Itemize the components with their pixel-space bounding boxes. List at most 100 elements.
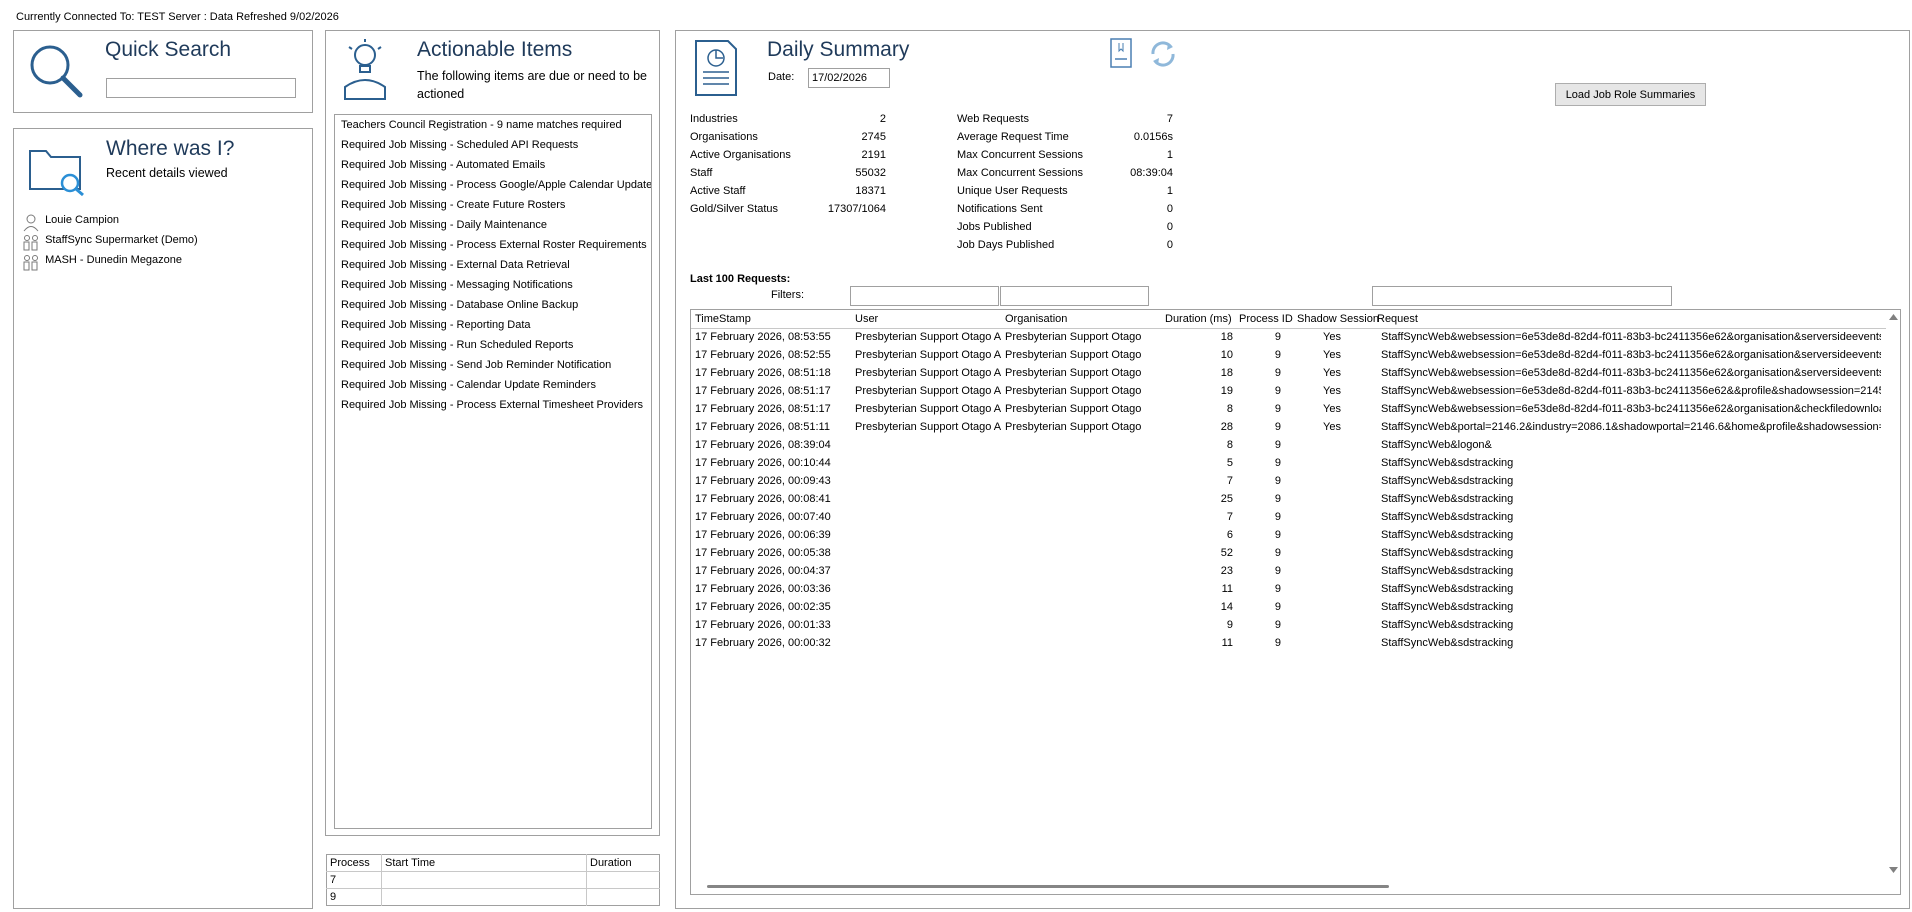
print-report-icon[interactable] bbox=[1109, 37, 1133, 69]
request-cell: StaffSyncWeb&websession=6e53de8d-82d4-f0… bbox=[1381, 331, 1881, 343]
stat-value: 2191 bbox=[861, 149, 886, 161]
folder-search-icon bbox=[29, 150, 84, 197]
vertical-scrollbar[interactable] bbox=[1886, 310, 1900, 878]
process-id-cell: 9 bbox=[1274, 439, 1281, 451]
table-row[interactable]: 17 February 2026, 08:51:11 Presbyterian S… bbox=[691, 418, 1881, 436]
stat-value: 18371 bbox=[855, 185, 886, 197]
request-cell: StaffSyncWeb&websession=6e53de8d-82d4-f0… bbox=[1381, 349, 1881, 361]
table-row[interactable]: 17 February 2026, 00:05:38 52 9 StaffSyncWe… bbox=[691, 544, 1878, 562]
daily-summary-title: Daily Summary bbox=[767, 38, 910, 61]
recent-item[interactable]: MASH - Dunedin Megazone bbox=[23, 254, 182, 272]
organisation-filter-input[interactable] bbox=[1000, 286, 1149, 306]
table-row[interactable]: 17 February 2026, 08:53:55 Presbyterian S… bbox=[691, 328, 1881, 346]
table-row[interactable]: 17 February 2026, 00:00:32 11 9 StaffSyncWe… bbox=[691, 634, 1878, 652]
request-cell: StaffSyncWeb&sdstracking bbox=[1381, 529, 1514, 541]
list-item[interactable]: Required Job Missing - Scheduled API Req… bbox=[335, 135, 651, 155]
table-row[interactable]: 17 February 2026, 08:51:17 Presbyterian S… bbox=[691, 400, 1881, 418]
duration-cell: 19 bbox=[1220, 385, 1233, 397]
shadow-session-cell: Yes bbox=[1323, 421, 1341, 433]
request-filter-input[interactable] bbox=[1372, 286, 1672, 306]
recent-item-label: StaffSync Supermarket (Demo) bbox=[45, 233, 198, 246]
table-row[interactable]: 17 February 2026, 00:03:36 11 9 StaffSyncWe… bbox=[691, 580, 1878, 598]
timestamp-cell: 17 February 2026, 08:39:04 bbox=[695, 439, 831, 451]
duration-cell: 23 bbox=[1220, 565, 1233, 577]
list-item[interactable]: Required Job Missing - Daily Maintenance bbox=[335, 215, 651, 235]
list-item[interactable]: Required Job Missing - Calendar Update R… bbox=[335, 375, 651, 395]
scroll-down-icon[interactable] bbox=[1889, 867, 1898, 873]
actionable-title: Actionable Items bbox=[417, 38, 573, 61]
user-cell: Presbyterian Support Otago Ac bbox=[855, 367, 1001, 379]
table-row[interactable]: 17 February 2026, 08:52:55 Presbyterian S… bbox=[691, 346, 1881, 364]
user-cell: Presbyterian Support Otago Ac bbox=[855, 385, 1001, 397]
process-id-cell: 9 bbox=[1274, 331, 1281, 343]
list-item[interactable]: Required Job Missing - Send Job Reminder… bbox=[335, 355, 651, 375]
date-picker[interactable] bbox=[808, 68, 890, 88]
process-id-cell: 9 bbox=[1274, 403, 1281, 415]
table-row[interactable]: 17 February 2026, 00:02:35 14 9 StaffSyncWe… bbox=[691, 598, 1878, 616]
column-header-organisation[interactable]: Organisation bbox=[1005, 310, 1161, 328]
table-row[interactable]: 7 bbox=[326, 871, 660, 889]
quick-search-title: Quick Search bbox=[105, 38, 232, 61]
requests-grid[interactable]: TimeStamp User Organisation Duration (ms… bbox=[690, 309, 1901, 895]
list-item[interactable]: Required Job Missing - Run Scheduled Rep… bbox=[335, 335, 651, 355]
list-item[interactable]: Required Job Missing - Automated Emails bbox=[335, 155, 651, 175]
load-job-role-summaries-button[interactable]: Load Job Role Summaries bbox=[1555, 83, 1706, 106]
column-header-process-id[interactable]: Process ID bbox=[1239, 310, 1293, 328]
table-row[interactable]: 17 February 2026, 00:04:37 23 9 StaffSyncWe… bbox=[691, 562, 1878, 580]
list-item[interactable]: Teachers Council Registration - 9 name m… bbox=[335, 115, 651, 135]
scroll-up-icon[interactable] bbox=[1889, 314, 1898, 320]
actionable-list[interactable]: Teachers Council Registration - 9 name m… bbox=[334, 114, 652, 829]
table-row[interactable]: 17 February 2026, 00:08:41 25 9 StaffSyncWe… bbox=[691, 490, 1878, 508]
stat-value: 0.0156s bbox=[1133, 131, 1173, 143]
quick-search-input[interactable] bbox=[106, 78, 296, 98]
column-header-duration[interactable]: Duration (ms) bbox=[1165, 310, 1237, 328]
user-cell: Presbyterian Support Otago Ac bbox=[855, 403, 1001, 415]
group-icon bbox=[23, 235, 38, 251]
list-item[interactable]: Required Job Missing - Database Online B… bbox=[335, 295, 651, 315]
stat-label: Max Concurrent Sessions bbox=[957, 167, 1083, 179]
daily-summary-panel: Daily Summary Date: Load Job Role Summar… bbox=[675, 30, 1910, 909]
column-header-start-time[interactable]: Start Time bbox=[381, 854, 587, 872]
list-item[interactable]: Required Job Missing - Create Future Ros… bbox=[335, 195, 651, 215]
list-item[interactable]: Required Job Missing - Process External … bbox=[335, 395, 651, 415]
table-row[interactable]: 17 February 2026, 00:07:40 7 9 StaffSyncWeb… bbox=[691, 508, 1878, 526]
list-item[interactable]: Required Job Missing - External Data Ret… bbox=[335, 255, 651, 275]
user-cell: Presbyterian Support Otago Ac bbox=[855, 421, 1001, 433]
column-header-user[interactable]: User bbox=[855, 310, 1001, 328]
table-row[interactable]: 17 February 2026, 00:06:39 6 9 StaffSyncWeb… bbox=[691, 526, 1878, 544]
column-header-shadow-session[interactable]: Shadow Session bbox=[1297, 310, 1379, 328]
request-cell: StaffSyncWeb&sdstracking bbox=[1381, 601, 1514, 613]
column-header-request[interactable]: Request bbox=[1377, 310, 1877, 328]
column-header-process[interactable]: Process bbox=[326, 854, 382, 872]
process-table[interactable]: Process Start Time Duration 7 9 bbox=[326, 854, 660, 906]
list-item[interactable]: Required Job Missing - Process Google/Ap… bbox=[335, 175, 651, 195]
duration-cell: 18 bbox=[1220, 331, 1233, 343]
stat-label: Industries bbox=[690, 113, 738, 125]
column-header-timestamp[interactable]: TimeStamp bbox=[695, 310, 851, 328]
organisation-cell: Presbyterian Support Otago bbox=[1005, 349, 1142, 361]
list-item[interactable]: Required Job Missing - Messaging Notific… bbox=[335, 275, 651, 295]
connection-status: Currently Connected To: TEST Server : Da… bbox=[16, 11, 339, 23]
list-item[interactable]: Required Job Missing - Reporting Data bbox=[335, 315, 651, 335]
list-item[interactable]: Required Job Missing - Process External … bbox=[335, 235, 651, 255]
table-row[interactable]: 9 bbox=[326, 888, 660, 906]
request-cell: StaffSyncWeb&portal=2146.2&industry=2086… bbox=[1381, 421, 1881, 433]
shadow-session-cell: Yes bbox=[1323, 385, 1341, 397]
duration-cell: 9 bbox=[1226, 619, 1233, 631]
horizontal-scrollbar[interactable] bbox=[691, 878, 1886, 894]
refresh-icon[interactable] bbox=[1147, 38, 1179, 70]
table-row[interactable]: 17 February 2026, 08:39:04 8 9 StaffSyncWeb… bbox=[691, 436, 1878, 454]
table-row[interactable]: 17 February 2026, 00:01:33 9 9 StaffSyncWeb… bbox=[691, 616, 1878, 634]
stat-label: Max Concurrent Sessions bbox=[957, 149, 1083, 161]
user-filter-input[interactable] bbox=[850, 286, 999, 306]
column-header-duration[interactable]: Duration bbox=[587, 855, 660, 872]
table-row[interactable]: 17 February 2026, 08:51:18 Presbyterian S… bbox=[691, 364, 1881, 382]
table-row[interactable]: 17 February 2026, 00:10:44 5 9 StaffSyncWeb… bbox=[691, 454, 1878, 472]
timestamp-cell: 17 February 2026, 08:52:55 bbox=[695, 349, 831, 361]
table-row[interactable]: 17 February 2026, 08:51:17 Presbyterian S… bbox=[691, 382, 1881, 400]
horizontal-scroll-thumb[interactable] bbox=[707, 885, 1389, 888]
recent-item[interactable]: Louie Campion bbox=[23, 214, 119, 232]
table-row[interactable]: 17 February 2026, 00:09:43 7 9 StaffSyncWeb… bbox=[691, 472, 1878, 490]
recent-item[interactable]: StaffSync Supermarket (Demo) bbox=[23, 233, 198, 252]
request-cell: StaffSyncWeb&websession=6e53de8d-82d4-f0… bbox=[1381, 385, 1881, 397]
